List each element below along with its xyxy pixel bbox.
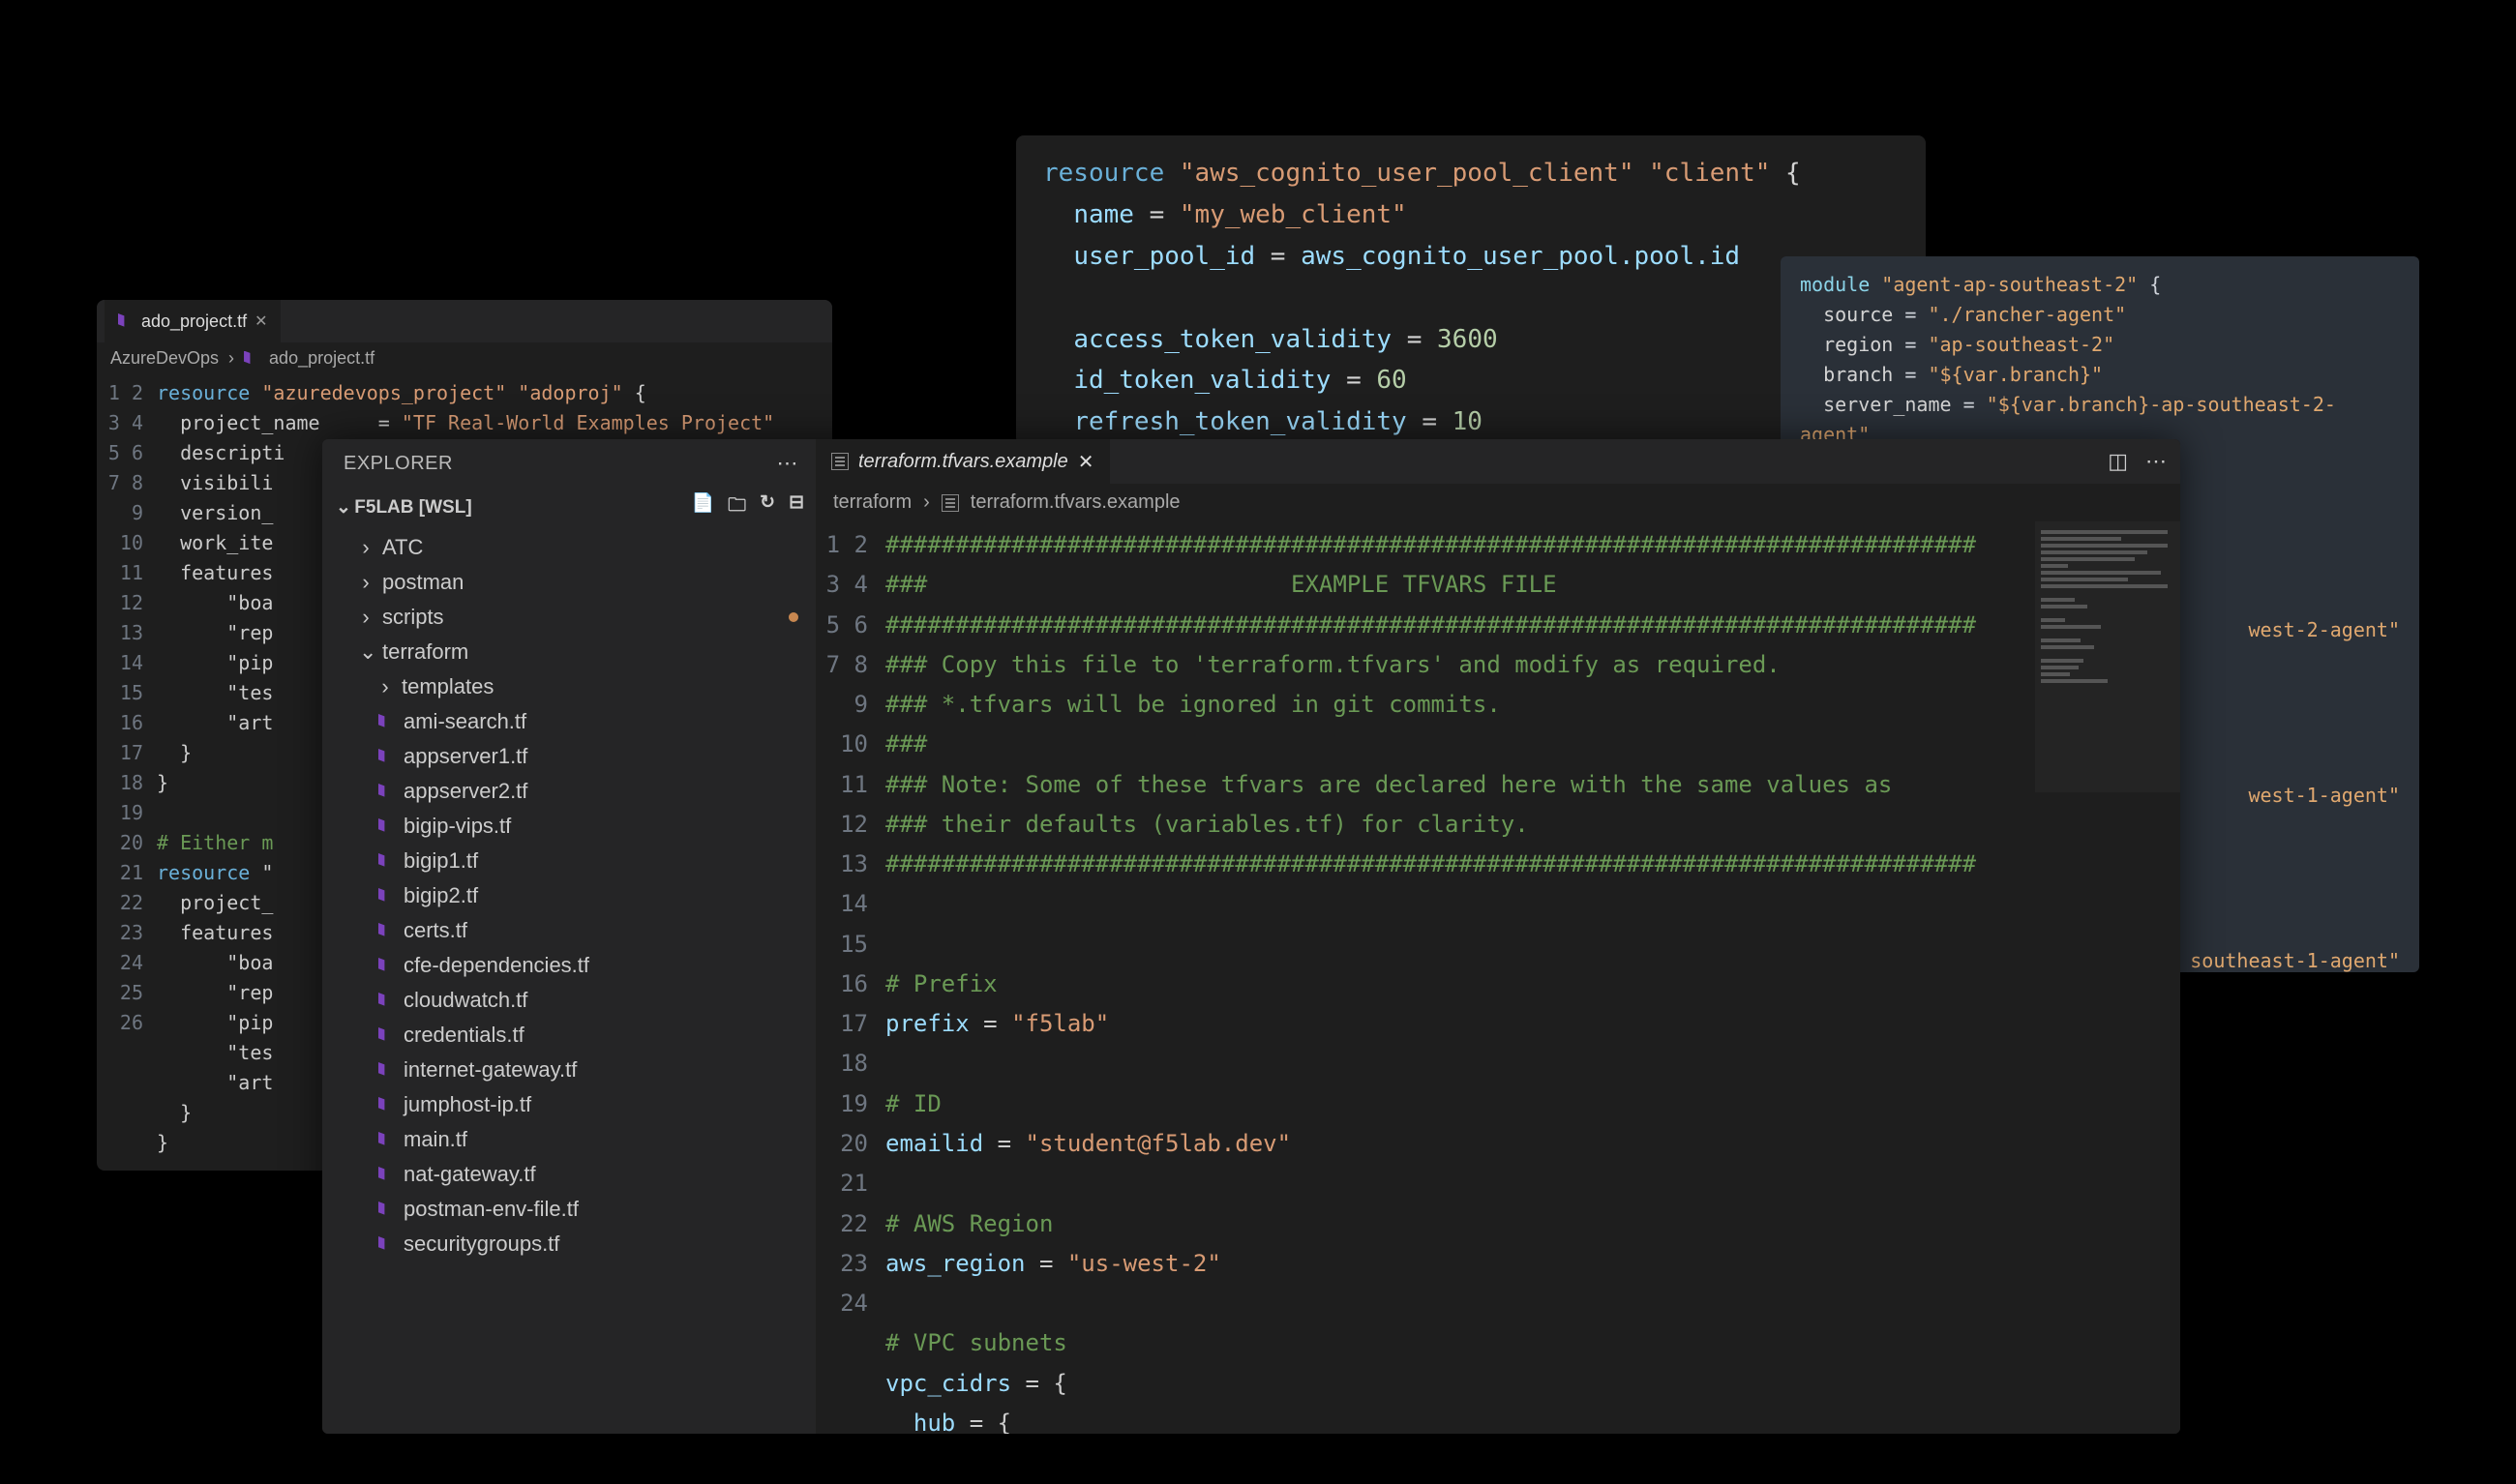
tab-bar: ado_project.tf ✕ <box>97 300 832 342</box>
split-editor-icon[interactable]: ◫ <box>2108 449 2128 474</box>
terraform-icon <box>118 313 134 329</box>
collapse-icon[interactable]: ⊟ <box>789 491 804 522</box>
terraform-icon <box>378 993 394 1008</box>
terraform-icon <box>378 1202 394 1217</box>
new-file-icon[interactable]: 📄 <box>691 491 714 522</box>
file-item[interactable]: securitygroups.tf <box>322 1227 816 1261</box>
file-item[interactable]: cloudwatch.tf <box>322 983 816 1018</box>
folder-terraform[interactable]: ⌄terraform <box>322 635 816 669</box>
file-item[interactable]: credentials.tf <box>322 1018 816 1053</box>
file-icon <box>831 453 849 470</box>
modified-indicator-icon <box>789 612 798 622</box>
explorer-panel: EXPLORER ⋯ ⌄ F5LAB [WSL] 📄 🗀 ↻ ⊟ ›ATC ›p… <box>322 439 816 1434</box>
editor-tab-bar: terraform.tfvars.example ✕ ◫ ⋯ <box>816 439 2180 484</box>
terraform-icon <box>378 1132 394 1147</box>
terraform-icon <box>378 888 394 904</box>
new-folder-icon[interactable]: 🗀 <box>728 491 746 522</box>
tab-ado-project[interactable]: ado_project.tf ✕ <box>105 300 281 342</box>
code-content[interactable]: ########################################… <box>885 521 1976 1434</box>
explorer-title: EXPLORER <box>344 453 453 475</box>
file-item[interactable]: internet-gateway.tf <box>322 1053 816 1087</box>
terraform-icon <box>378 923 394 938</box>
editor-window-main: EXPLORER ⋯ ⌄ F5LAB [WSL] 📄 🗀 ↻ ⊟ ›ATC ›p… <box>322 439 2180 1434</box>
file-item[interactable]: nat-gateway.tf <box>322 1157 816 1192</box>
chevron-right-icon: › <box>359 605 373 630</box>
file-item[interactable]: cfe-dependencies.tf <box>322 948 816 983</box>
file-item[interactable]: appserver1.tf <box>322 739 816 774</box>
tab-label: terraform.tfvars.example <box>858 451 1068 473</box>
close-icon[interactable]: ✕ <box>1078 450 1094 474</box>
refresh-icon[interactable]: ↻ <box>760 491 775 522</box>
file-item[interactable]: certs.tf <box>322 913 816 948</box>
terraform-icon <box>378 714 394 729</box>
minimap[interactable] <box>2035 521 2180 792</box>
folder-templates[interactable]: ›templates <box>322 669 816 704</box>
breadcrumb[interactable]: terraform› terraform.tfvars.example <box>816 484 2180 521</box>
line-gutter: 1 2 3 4 5 6 7 8 9 10 11 12 13 14 15 16 1… <box>97 374 157 1162</box>
terraform-icon <box>378 958 394 973</box>
line-gutter: 1 2 3 4 5 6 7 8 9 10 11 12 13 14 15 16 1… <box>816 521 885 1434</box>
folder-postman[interactable]: ›postman <box>322 565 816 600</box>
workspace-header[interactable]: ⌄ F5LAB [WSL] 📄 🗀 ↻ ⊟ <box>322 486 816 528</box>
tab-label: ado_project.tf <box>141 312 247 332</box>
terraform-icon <box>378 1062 394 1078</box>
file-icon <box>942 494 959 512</box>
breadcrumb[interactable]: AzureDevOps› ado_project.tf <box>97 342 832 374</box>
terraform-icon <box>378 818 394 834</box>
chevron-down-icon: ⌄ <box>336 496 349 519</box>
folder-atc[interactable]: ›ATC <box>322 530 816 565</box>
file-item[interactable]: bigip2.tf <box>322 878 816 913</box>
chevron-right-icon: › <box>359 570 373 595</box>
file-item[interactable]: jumphost-ip.tf <box>322 1087 816 1122</box>
file-item[interactable]: bigip-vips.tf <box>322 809 816 844</box>
file-item[interactable]: bigip1.tf <box>322 844 816 878</box>
file-item[interactable]: main.tf <box>322 1122 816 1157</box>
chevron-right-icon: › <box>359 535 373 560</box>
chevron-down-icon: ⌄ <box>359 639 373 665</box>
folder-scripts[interactable]: ›scripts <box>322 600 816 635</box>
keyword: resource <box>1043 159 1164 188</box>
file-item[interactable]: appserver2.tf <box>322 774 816 809</box>
more-icon[interactable]: ⋯ <box>2145 449 2167 474</box>
terraform-icon <box>378 1097 394 1113</box>
tab-tfvars[interactable]: terraform.tfvars.example ✕ <box>816 439 1110 484</box>
more-icon[interactable]: ⋯ <box>777 451 799 476</box>
terraform-icon <box>378 784 394 799</box>
terraform-icon <box>378 1027 394 1043</box>
terraform-icon <box>378 853 394 869</box>
string: "client" <box>1649 159 1770 188</box>
file-item[interactable]: ami-search.tf <box>322 704 816 739</box>
workspace-name: F5LAB [WSL] <box>354 497 471 518</box>
terraform-icon <box>378 1236 394 1252</box>
terraform-icon <box>378 1167 394 1182</box>
string: "aws_cognito_user_pool_client" <box>1180 159 1634 188</box>
file-item[interactable]: postman-env-file.tf <box>322 1192 816 1227</box>
explorer-header: EXPLORER ⋯ <box>322 439 816 486</box>
chevron-right-icon: › <box>378 674 392 699</box>
close-icon[interactable]: ✕ <box>255 312 267 331</box>
terraform-icon <box>378 749 394 764</box>
terraform-icon <box>244 351 259 367</box>
file-tree: ›ATC ›postman ›scripts ⌄terraform ›templ… <box>322 528 816 1263</box>
editor-panel: terraform.tfvars.example ✕ ◫ ⋯ terraform… <box>816 439 2180 1434</box>
